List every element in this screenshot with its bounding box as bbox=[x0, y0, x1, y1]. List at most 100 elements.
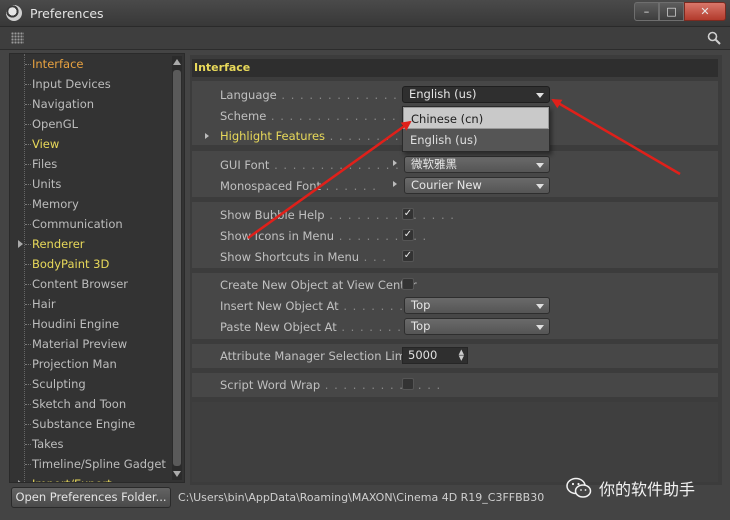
sidebar-item-takes[interactable]: Takes bbox=[10, 434, 172, 454]
sidebar-item-substance-engine[interactable]: Substance Engine bbox=[10, 414, 172, 434]
am-limit-stepper[interactable]: 5000 ▲ ▼ bbox=[402, 347, 468, 364]
gui-font-label: GUI Font . . . . . . . . . . . . . . . . bbox=[220, 158, 419, 172]
search-icon[interactable] bbox=[707, 31, 721, 45]
sidebar-item-opengl[interactable]: OpenGL bbox=[10, 114, 172, 134]
create-at-center-label: Create New Object at View Center bbox=[220, 278, 417, 292]
script-group: Script Word Wrap . . . . . . . . . . . .… bbox=[192, 373, 718, 397]
sidebar-item-interface[interactable]: Interface bbox=[10, 54, 172, 74]
mono-font-dropdown[interactable]: Courier New bbox=[404, 177, 550, 194]
sidebar-item-label: Units bbox=[32, 177, 62, 191]
scroll-down-icon[interactable] bbox=[173, 471, 181, 477]
sidebar-item-hair[interactable]: Hair bbox=[10, 294, 172, 314]
highlight-features-toggle[interactable]: Highlight Features . . . . . . . . . . bbox=[220, 128, 418, 144]
sidebar-item-label: Renderer bbox=[32, 237, 85, 251]
mono-font-label: Monospaced Font . . . . . . bbox=[220, 179, 377, 193]
sidebar-item-label: Projection Man bbox=[32, 357, 117, 371]
font-chooser-arrow-icon[interactable] bbox=[393, 181, 397, 187]
chevron-down-icon bbox=[536, 184, 544, 189]
sidebar-item-projection-man[interactable]: Projection Man bbox=[10, 354, 172, 374]
sidebar-item-label: Sketch and Toon bbox=[32, 397, 127, 411]
cinema4d-logo-icon bbox=[6, 5, 22, 21]
shortcuts-in-menu-checkbox[interactable]: ✓ bbox=[402, 250, 414, 262]
bubble-help-checkbox[interactable]: ✓ bbox=[402, 208, 414, 220]
sidebar-item-label: Memory bbox=[32, 197, 79, 211]
sidebar-item-label: Interface bbox=[32, 57, 84, 71]
am-group: Attribute Manager Selection Limit 5000 ▲ ▼ bbox=[192, 344, 718, 368]
sidebar-item-sketch-and-toon[interactable]: Sketch and Toon bbox=[10, 394, 172, 414]
language-dropdown[interactable]: English (us) bbox=[402, 86, 550, 103]
section-title: Interface bbox=[192, 59, 718, 77]
sidebar-item-label: Houdini Engine bbox=[32, 317, 120, 331]
sidebar-item-import-export[interactable]: Import/Export bbox=[10, 474, 172, 482]
open-preferences-folder-button[interactable]: Open Preferences Folder... bbox=[11, 487, 171, 508]
scrollbar-thumb[interactable] bbox=[173, 70, 181, 466]
watermark: 你的软件助手 bbox=[566, 476, 716, 500]
sidebar-item-label: Hair bbox=[32, 297, 56, 311]
create-at-center-checkbox[interactable] bbox=[402, 278, 414, 290]
sidebar-item-bodypaint-3d[interactable]: BodyPaint 3D bbox=[10, 254, 172, 274]
wechat-icon bbox=[566, 477, 592, 498]
font-group: GUI Font . . . . . . . . . . . . . . . .… bbox=[192, 151, 718, 197]
close-button[interactable]: ✕ bbox=[684, 2, 726, 21]
language-options-popup: Chinese (cn) English (us) bbox=[402, 106, 550, 152]
expand-arrow-icon[interactable] bbox=[205, 133, 209, 139]
sidebar-item-sculpting[interactable]: Sculpting bbox=[10, 374, 172, 394]
watermark-text: 你的软件助手 bbox=[599, 480, 696, 499]
sidebar-item-houdini-engine[interactable]: Houdini Engine bbox=[10, 314, 172, 334]
sidebar-item-units[interactable]: Units bbox=[10, 174, 172, 194]
chevron-down-icon bbox=[536, 163, 544, 168]
insert-at-dropdown[interactable]: Top bbox=[404, 297, 550, 314]
am-limit-label: Attribute Manager Selection Limit bbox=[220, 349, 414, 363]
preferences-path: C:\Users\bin\AppData\Roaming\MAXON\Cinem… bbox=[178, 491, 545, 504]
help-group: Show Bubble Help . . . . . . . . . . . .… bbox=[192, 202, 718, 268]
stepper-arrows-icon[interactable]: ▲ ▼ bbox=[459, 349, 464, 362]
sidebar-item-label: BodyPaint 3D bbox=[32, 257, 110, 271]
grip-icon[interactable] bbox=[11, 32, 24, 44]
object-group: Create New Object at View Center Insert … bbox=[192, 273, 718, 339]
bubble-help-label: Show Bubble Help . . . . . . . . . . . .… bbox=[220, 208, 455, 222]
window-controls: – □ ✕ bbox=[634, 2, 726, 21]
icons-in-menu-checkbox[interactable]: ✓ bbox=[402, 229, 414, 241]
toolbar bbox=[0, 27, 730, 50]
sidebar-item-memory[interactable]: Memory bbox=[10, 194, 172, 214]
expand-arrow-icon[interactable] bbox=[18, 240, 23, 248]
chevron-down-icon bbox=[536, 325, 544, 330]
maximize-button[interactable]: □ bbox=[659, 2, 684, 21]
sidebar-item-material-preview[interactable]: Material Preview bbox=[10, 334, 172, 354]
sidebar-item-content-browser[interactable]: Content Browser bbox=[10, 274, 172, 294]
font-chooser-arrow-icon[interactable] bbox=[393, 160, 397, 166]
word-wrap-checkbox[interactable] bbox=[402, 378, 414, 390]
title-bar: Preferences – □ ✕ bbox=[0, 0, 730, 27]
expand-arrow-icon[interactable] bbox=[18, 480, 23, 482]
sidebar-item-view[interactable]: View bbox=[10, 134, 172, 154]
language-option-english[interactable]: English (us) bbox=[403, 129, 549, 151]
sidebar-item-label: Sculpting bbox=[32, 377, 86, 391]
chevron-down-icon bbox=[536, 304, 544, 309]
shortcuts-in-menu-label: Show Shortcuts in Menu . . . bbox=[220, 250, 387, 264]
sidebar-item-renderer[interactable]: Renderer bbox=[10, 234, 172, 254]
chevron-down-icon bbox=[536, 93, 544, 98]
sidebar-item-label: Communication bbox=[32, 217, 123, 231]
sidebar-item-label: Import/Export bbox=[32, 477, 112, 482]
sidebar-item-label: Content Browser bbox=[32, 277, 128, 291]
category-tree: Interface Input Devices Navigation OpenGL Vi… bbox=[10, 54, 172, 482]
paste-at-dropdown[interactable]: Top bbox=[404, 318, 550, 335]
sidebar-item-communication[interactable]: Communication bbox=[10, 214, 172, 234]
sidebar-item-input-devices[interactable]: Input Devices bbox=[10, 74, 172, 94]
sidebar-scrollbar[interactable] bbox=[172, 56, 182, 480]
scroll-up-icon[interactable] bbox=[173, 59, 181, 65]
panel-filler bbox=[192, 402, 718, 482]
sidebar-item-timeline-spline-gadget[interactable]: Timeline/Spline Gadget bbox=[10, 454, 172, 474]
sidebar-item-label: Timeline/Spline Gadget bbox=[32, 457, 166, 471]
sidebar-item-label: OpenGL bbox=[32, 117, 79, 131]
sidebar-item-label: Files bbox=[32, 157, 58, 171]
sidebar-item-label: Input Devices bbox=[32, 77, 111, 91]
window-title: Preferences bbox=[30, 6, 104, 21]
sidebar-item-files[interactable]: Files bbox=[10, 154, 172, 174]
minimize-button[interactable]: – bbox=[634, 2, 659, 21]
gui-font-dropdown[interactable]: 微软雅黑 bbox=[404, 156, 550, 173]
sidebar-item-navigation[interactable]: Navigation bbox=[10, 94, 172, 114]
sidebar-item-label: View bbox=[32, 137, 60, 151]
sidebar-item-label: Takes bbox=[32, 437, 64, 451]
language-option-chinese[interactable]: Chinese (cn) bbox=[403, 107, 549, 129]
